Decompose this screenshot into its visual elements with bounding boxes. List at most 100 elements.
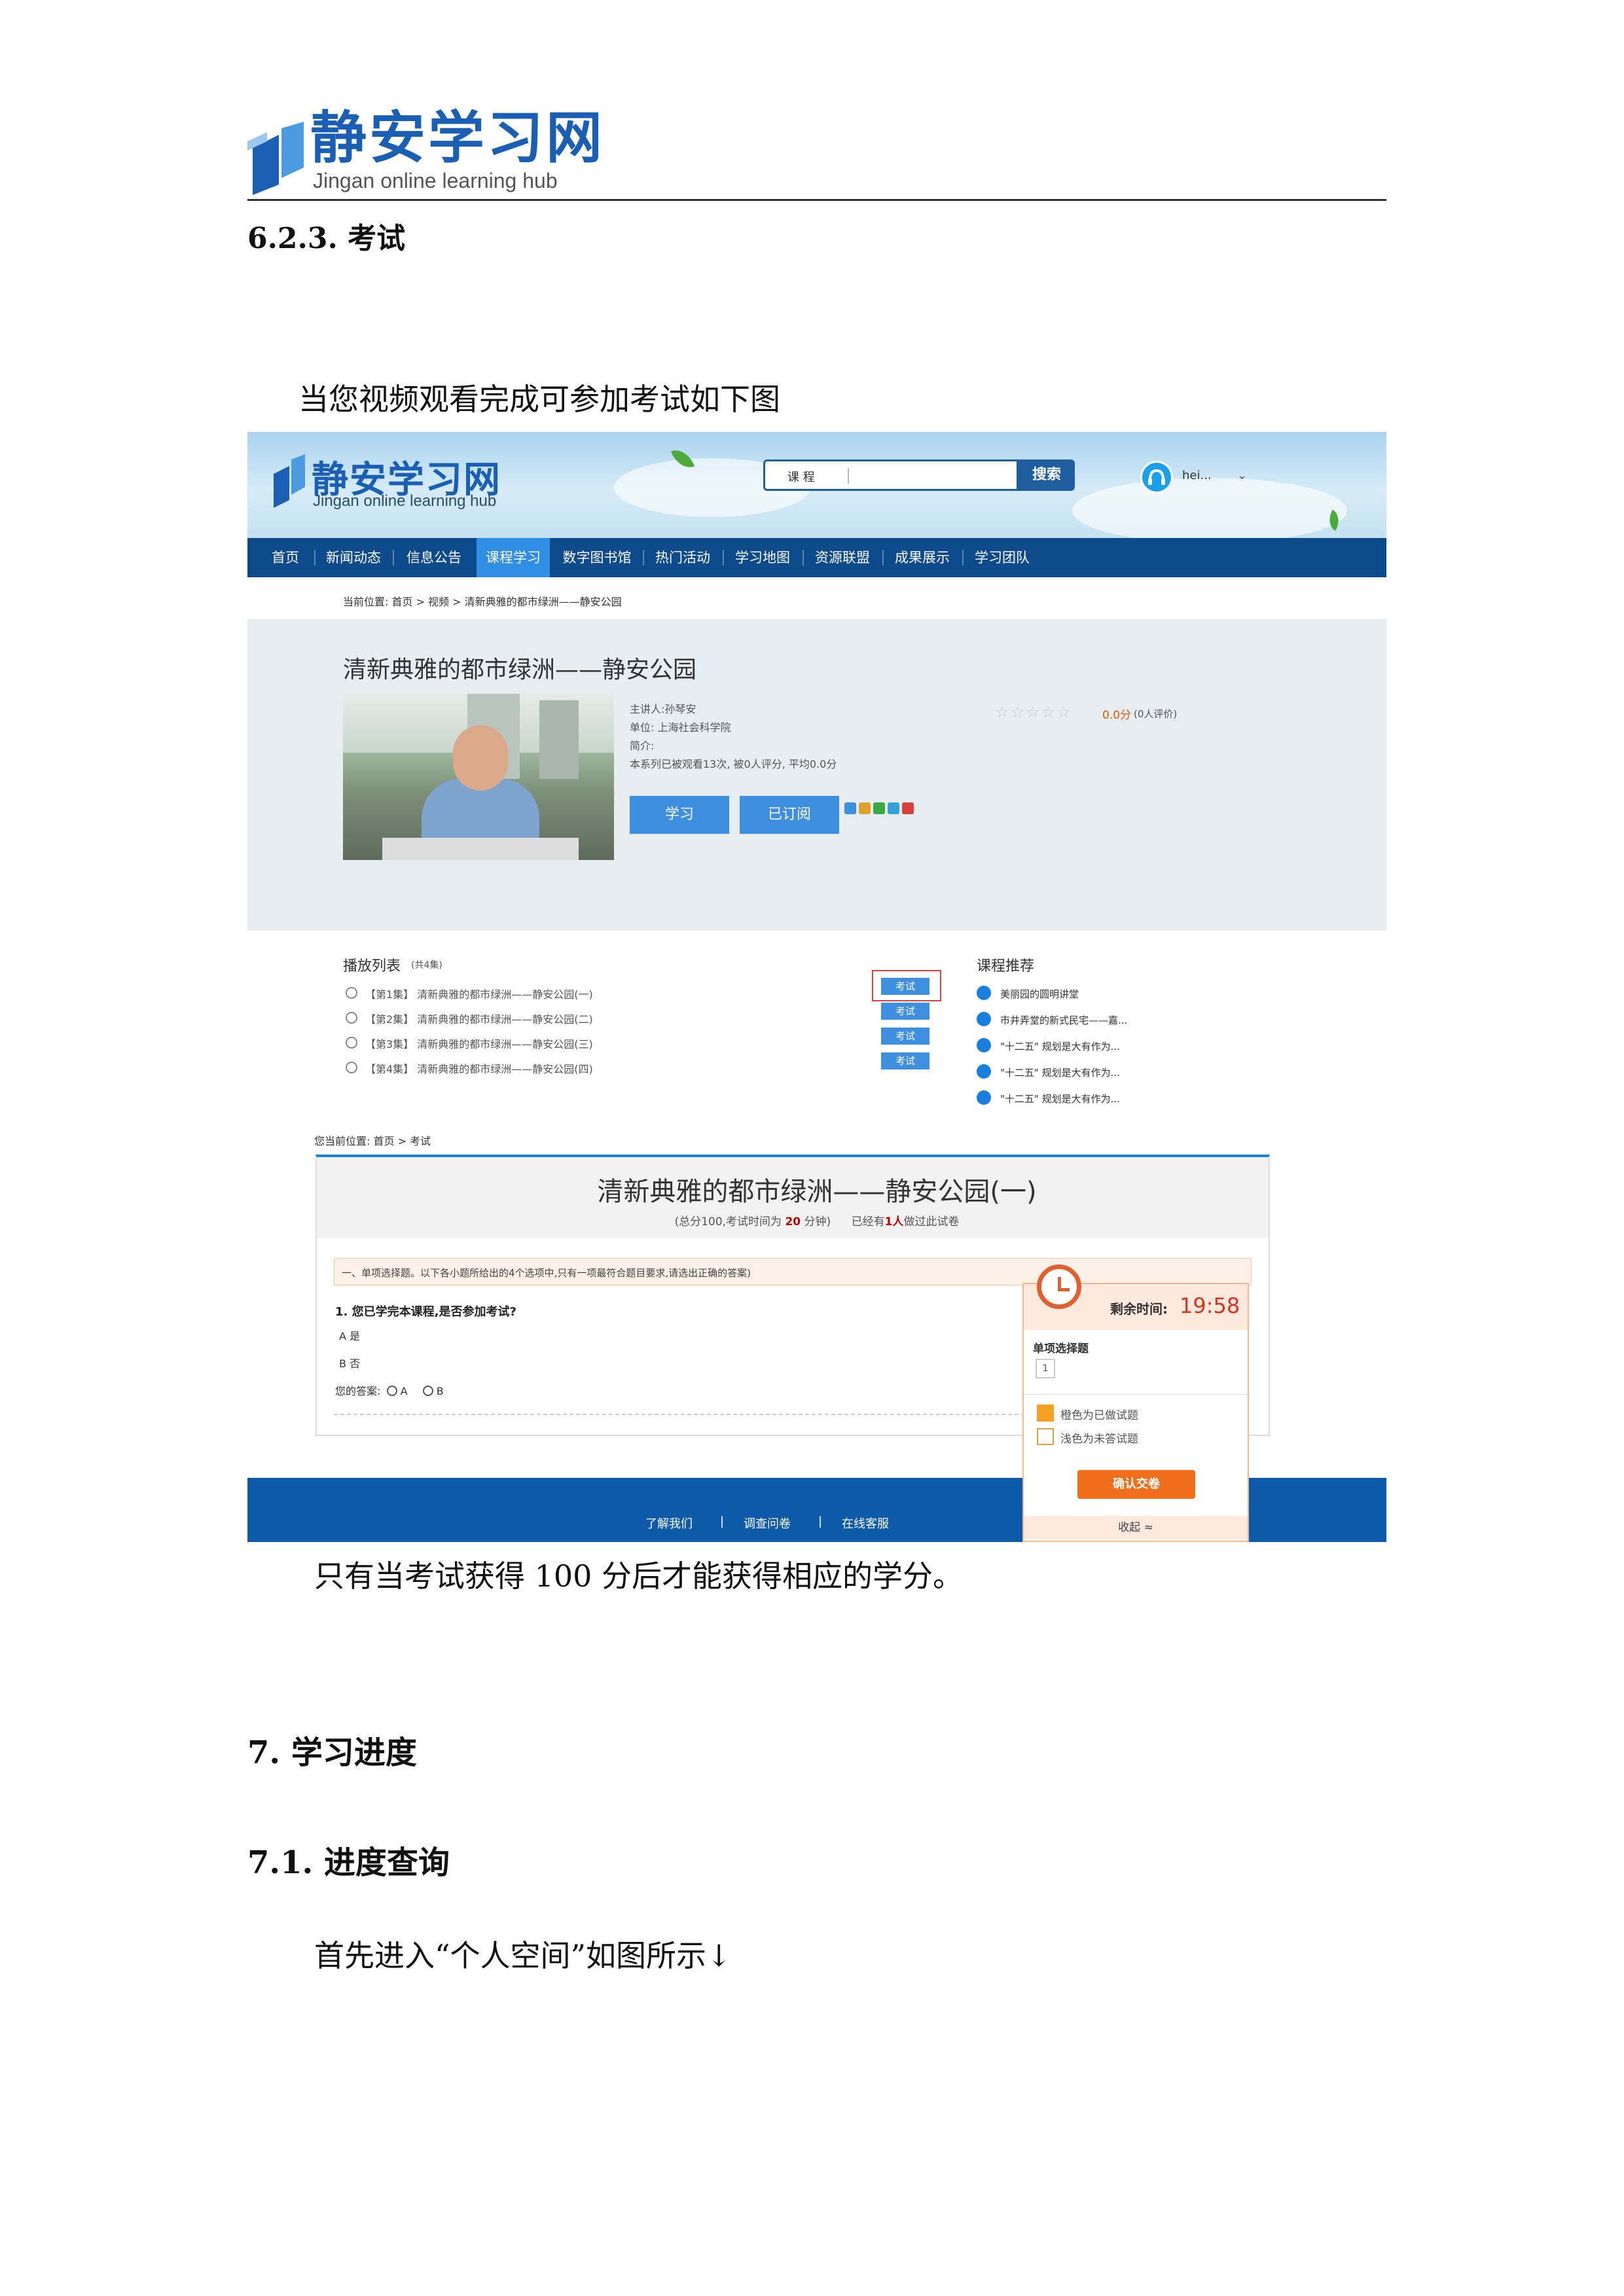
- lectern: [382, 838, 579, 860]
- course-video-thumbnail[interactable]: [343, 694, 614, 860]
- search-category[interactable]: 课 程: [787, 468, 815, 485]
- nav-divider: [643, 550, 644, 565]
- share-weibo-icon[interactable]: [902, 802, 914, 814]
- nav-learning-teams[interactable]: 学习团队: [966, 538, 1038, 577]
- nav-resource-alliance[interactable]: 资源联盟: [806, 538, 878, 577]
- exam-button-3[interactable]: 考试: [881, 1028, 929, 1045]
- option-a: A 是: [339, 1330, 361, 1342]
- exam-button-1[interactable]: 考试: [881, 978, 929, 995]
- speaker-face: [453, 725, 508, 791]
- share-plus-icon[interactable]: [844, 802, 856, 814]
- footer-about[interactable]: 了解我们: [645, 1515, 693, 1532]
- play-circle-icon[interactable]: [346, 987, 357, 999]
- user-avatar-icon[interactable]: [1140, 461, 1173, 493]
- exam-meta-prefix: (总分100,考试时间为: [674, 1215, 782, 1229]
- legend-done-swatch: [1037, 1405, 1054, 1422]
- footer-survey[interactable]: 调查问卷: [744, 1515, 791, 1532]
- playlist-item-1[interactable]: 【第1集】 清新典雅的都市绿洲——静安公园(一): [365, 986, 593, 1001]
- share-wechat-icon[interactable]: [873, 802, 885, 814]
- section-instructions: 一、单项选择题。以下各小题所给出的4个选项中,只有一项最符合题目要求,请选出正确…: [342, 1267, 751, 1279]
- search-divider: [848, 468, 849, 484]
- nav-home[interactable]: 首页: [261, 538, 310, 577]
- note-paragraph: 只有当考试获得 100 分后才能获得相应的学分。: [314, 1558, 964, 1594]
- question-nav-1[interactable]: 1: [1036, 1359, 1055, 1378]
- doc-logo-title: 静安学习网: [310, 105, 605, 171]
- course-title: 清新典雅的都市绿洲——静安公园: [343, 656, 697, 683]
- play-icon[interactable]: [977, 1090, 991, 1105]
- nav-courses[interactable]: 课程学习: [477, 538, 550, 577]
- alarm-clock-icon: [1037, 1265, 1081, 1309]
- play-icon[interactable]: [977, 1012, 991, 1026]
- exam-passed-prefix: 已经有: [851, 1215, 885, 1229]
- main-nav: 首页 新闻动态 信息公告 课程学习 数字图书馆 热门活动 学习地图 资源联盟 成…: [247, 538, 1386, 577]
- nav-divider: [393, 550, 394, 565]
- radio-a[interactable]: [386, 1386, 397, 1396]
- subscribed-button[interactable]: 已订阅: [740, 796, 839, 834]
- play-circle-icon[interactable]: [346, 1012, 357, 1024]
- legend-done: 橙色为已做试题: [1060, 1409, 1138, 1422]
- intro-label: 简介:: [630, 740, 655, 752]
- recommend-item[interactable]: "十二五" 规划是大有作为...: [1000, 1039, 1120, 1053]
- clock-hand: [1059, 1288, 1070, 1291]
- closing-paragraph: 首先进入“个人空间”如图所示↓: [314, 1938, 732, 1973]
- play-icon[interactable]: [977, 986, 991, 1000]
- playlist-count: (共4集): [411, 960, 442, 971]
- breadcrumb: 当前位置: 首页 > 视频 > 清新典雅的都市绿洲——静安公园: [343, 596, 622, 608]
- nav-digital-library[interactable]: 数字图书馆: [555, 538, 639, 577]
- nav-notices[interactable]: 信息公告: [398, 538, 470, 577]
- rating-stars-icon[interactable]: ☆☆☆☆☆: [995, 703, 1072, 721]
- search-input[interactable]: 课 程: [763, 459, 1019, 491]
- radio-a-label[interactable]: A: [401, 1385, 408, 1397]
- site-banner: 静安学习网 Jingan online learning hub 课 程 搜索 …: [247, 432, 1386, 543]
- chevron-down-icon[interactable]: ⌄: [1237, 469, 1247, 482]
- submit-exam-button[interactable]: 确认交卷: [1077, 1470, 1195, 1499]
- user-name[interactable]: hei...: [1182, 469, 1212, 482]
- playlist-item-2[interactable]: 【第2集】 清新典雅的都市绿洲——静安公园(二): [365, 1011, 593, 1026]
- exam-button-4[interactable]: 考试: [881, 1052, 929, 1069]
- radio-b-label[interactable]: B: [437, 1385, 444, 1397]
- option-b: B 否: [339, 1357, 361, 1370]
- exam-meta: (总分100,考试时间为 20 分钟) 已经有1人做过此试卷: [247, 1212, 1386, 1229]
- footer-separator: |: [818, 1515, 823, 1528]
- exam-passed-count: 1人: [884, 1215, 904, 1229]
- nav-learning-map[interactable]: 学习地图: [727, 538, 799, 577]
- answer-row: 您的答案: A B: [335, 1382, 444, 1398]
- legend-todo-swatch: [1037, 1428, 1054, 1445]
- play-circle-icon[interactable]: [346, 1062, 357, 1073]
- footer-support[interactable]: 在线客服: [842, 1515, 889, 1532]
- unit: 单位: 上海社会科学院: [630, 721, 731, 734]
- nav-divider: [962, 550, 964, 565]
- doc-logo-subtitle: Jingan online learning hub: [313, 169, 558, 192]
- recommend-item[interactable]: 美丽园的圆明讲堂: [1000, 987, 1079, 1001]
- play-icon[interactable]: [977, 1064, 991, 1079]
- header-rule: [247, 199, 1386, 201]
- playlist-item-4[interactable]: 【第4集】 清新典雅的都市绿洲——静安公园(四): [365, 1060, 593, 1076]
- study-button[interactable]: 学习: [630, 796, 729, 834]
- exam-title: 清新典雅的都市绿洲——静安公园(一): [597, 1177, 1037, 1207]
- search-button[interactable]: 搜索: [1019, 459, 1075, 491]
- play-circle-icon[interactable]: [346, 1037, 357, 1049]
- recommend-item[interactable]: 市井弄堂的新式民宅——嘉...: [1000, 1013, 1127, 1027]
- nav-achievements[interactable]: 成果展示: [886, 538, 958, 577]
- rating-value: 0.0分: [1102, 709, 1132, 722]
- rating-count: (0人评价): [1134, 708, 1178, 720]
- site-logo-icon: [274, 454, 305, 508]
- radio-b[interactable]: [422, 1386, 433, 1396]
- play-icon[interactable]: [977, 1038, 991, 1052]
- nav-divider: [314, 550, 316, 565]
- nav-divider: [723, 550, 724, 565]
- footer-separator: |: [720, 1515, 725, 1528]
- nav-news[interactable]: 新闻动态: [318, 538, 389, 577]
- share-qq-icon[interactable]: [859, 802, 871, 814]
- recommend-item[interactable]: "十二五" 规划是大有作为...: [1000, 1092, 1120, 1105]
- collapse-button[interactable]: 收起 ≈: [1024, 1516, 1248, 1539]
- playlist-item-3[interactable]: 【第3集】 清新典雅的都市绿洲——静安公园(三): [365, 1035, 593, 1051]
- recommend-title: 课程推荐: [977, 958, 1035, 975]
- nav-activities[interactable]: 热门活动: [647, 538, 719, 577]
- share-qzone-icon[interactable]: [888, 802, 899, 814]
- panel-section-title: 单项选择题: [1033, 1342, 1089, 1355]
- question-1: 1. 您已学完本课程,是否参加考试?: [335, 1305, 516, 1319]
- recommend-item[interactable]: "十二五" 规划是大有作为...: [1000, 1066, 1120, 1079]
- exam-minutes: 20: [785, 1215, 801, 1229]
- exam-button-2[interactable]: 考试: [881, 1003, 929, 1020]
